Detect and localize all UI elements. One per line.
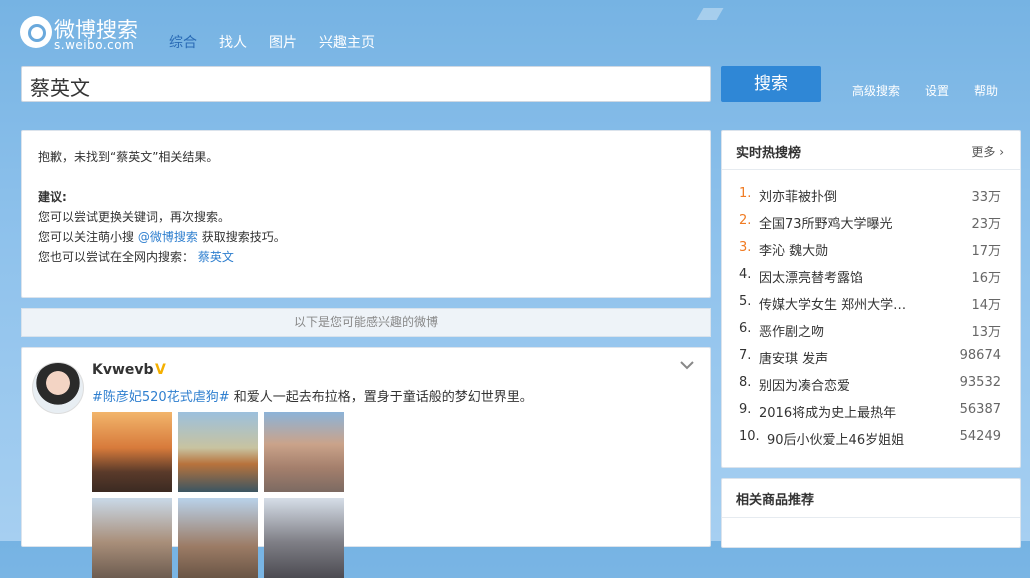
hot-item[interactable]: 4. 因太漂亮替考露馅 16万: [722, 263, 1020, 290]
hot-topic[interactable]: 别因为凑合恋爱: [759, 375, 850, 394]
suggestion-3: 您也可以尝试在全网内搜索： 蔡英文: [38, 247, 694, 267]
hot-topic[interactable]: 2016将成为史上最热年: [759, 402, 896, 421]
hot-search-title: 实时热搜榜: [736, 146, 802, 161]
suggestion-1: 您可以尝试更换关键词，再次搜索。: [38, 210, 231, 224]
hot-rank: 1.: [739, 186, 752, 201]
hot-rank: 3.: [739, 240, 752, 255]
nav-tab-images[interactable]: 图片: [269, 32, 297, 52]
feed-image[interactable]: [178, 412, 258, 492]
no-result-message: 抱歉，未找到“蔡英文”相关结果。: [38, 150, 219, 164]
verified-badge-icon: V: [155, 362, 166, 378]
hot-count: 33万: [971, 190, 1001, 205]
settings-link[interactable]: 设置: [925, 82, 949, 99]
hot-rank: 5.: [739, 294, 752, 309]
hot-item[interactable]: 1. 刘亦菲被扑倒 33万: [722, 182, 1020, 209]
suggestion-3-prefix: 您也可以尝试在全网内搜索：: [38, 250, 195, 264]
hot-count: 14万: [971, 298, 1001, 313]
interest-divider: 以下是您可能感兴趣的微博: [21, 308, 711, 337]
hot-search-header: 实时热搜榜 更多 ›: [722, 131, 1020, 170]
hot-rank: 8.: [739, 375, 752, 390]
related-goods-panel: 相关商品推荐: [721, 478, 1021, 548]
hot-rank: 7.: [739, 348, 752, 363]
avatar[interactable]: [32, 362, 84, 414]
feed-username[interactable]: Kvwevb: [92, 362, 154, 378]
nav-tab-people[interactable]: 找人: [219, 32, 247, 52]
hot-topic[interactable]: 李沁 魏大勋: [759, 240, 828, 259]
hot-count: 23万: [971, 217, 1001, 232]
feed-post-text: #陈彦妃520花式虐狗# 和爱人一起去布拉格，置身于童话般的梦幻世界里。: [92, 386, 533, 405]
hot-search-panel: 实时热搜榜 更多 › 1. 刘亦菲被扑倒 33万 2. 全国73所野鸡大学曝光 23万 …: [721, 130, 1021, 468]
hot-more-label: 更多: [971, 145, 996, 159]
suggestion-2-suffix: 获取搜索技巧。: [201, 230, 286, 244]
hot-topic[interactable]: 全国73所野鸡大学曝光: [759, 213, 893, 232]
hot-count: 56387: [959, 402, 1001, 417]
nav-tab-interest[interactable]: 兴趣主页: [319, 32, 375, 52]
suggestion-2: 您可以关注萌小搜 @微博搜索 获取搜索技巧。: [38, 227, 694, 247]
hot-topic[interactable]: 刘亦菲被扑倒: [759, 186, 837, 205]
feed-image[interactable]: [178, 498, 258, 578]
weibo-logo-icon: [20, 16, 52, 48]
logo-subtitle: s.weibo.com: [54, 38, 135, 52]
hot-rank: 6.: [739, 321, 752, 336]
hot-rank: 4.: [739, 267, 752, 282]
feed-image[interactable]: [92, 498, 172, 578]
hot-item[interactable]: 8. 别因为凑合恋爱 93532: [722, 371, 1020, 398]
background-decoration: [696, 8, 724, 20]
web-search-link[interactable]: 蔡英文: [198, 250, 234, 264]
weibo-search-account-link[interactable]: @微博搜索: [138, 230, 198, 244]
hot-rank: 10.: [739, 429, 760, 444]
weibo-search-logo[interactable]: 微博搜索 s.weibo.com: [20, 14, 140, 54]
hot-topic[interactable]: 90后小伙爱上46岁姐姐: [767, 429, 904, 448]
hot-count: 98674: [959, 348, 1001, 363]
hot-rank: 2.: [739, 213, 752, 228]
nav-tab-comprehensive[interactable]: 综合: [169, 32, 197, 52]
suggestion-2-prefix: 您可以关注萌小搜: [38, 230, 135, 244]
search-button[interactable]: 搜索: [721, 66, 821, 102]
hot-item[interactable]: 5. 传媒大学女生 郑州大学… 14万: [722, 290, 1020, 317]
feed-image[interactable]: [264, 412, 344, 492]
hot-item[interactable]: 2. 全国73所野鸡大学曝光 23万: [722, 209, 1020, 236]
feed-hashtag[interactable]: #陈彦妃520花式虐狗#: [92, 390, 230, 405]
chevron-down-icon[interactable]: [680, 358, 694, 374]
no-result-notice: 抱歉，未找到“蔡英文”相关结果。 建议: 您可以尝试更换关键词，再次搜索。 您可…: [21, 130, 711, 298]
hot-rank: 9.: [739, 402, 752, 417]
hot-count: 16万: [971, 271, 1001, 286]
hot-more-link[interactable]: 更多 ›: [971, 143, 1004, 160]
search-input[interactable]: 蔡英文: [21, 66, 711, 102]
hot-item[interactable]: 6. 恶作剧之吻 13万: [722, 317, 1020, 344]
suggestion-title: 建议:: [38, 190, 67, 204]
advanced-search-link[interactable]: 高级搜索: [852, 82, 900, 99]
hot-topic[interactable]: 恶作剧之吻: [759, 321, 824, 340]
hot-count: 93532: [959, 375, 1001, 390]
hot-topic[interactable]: 因太漂亮替考露馅: [759, 267, 863, 286]
feed-image-grid: [92, 412, 344, 578]
hot-item[interactable]: 9. 2016将成为史上最热年 56387: [722, 398, 1020, 425]
feed-image[interactable]: [92, 412, 172, 492]
panel-divider: [722, 517, 1020, 518]
hot-count: 54249: [959, 429, 1001, 444]
hot-item[interactable]: 10. 90后小伙爱上46岁姐姐 54249: [722, 425, 1020, 452]
feed-content: 和爱人一起去布拉格，置身于童话般的梦幻世界里。: [229, 390, 533, 405]
hot-item[interactable]: 3. 李沁 魏大勋 17万: [722, 236, 1020, 263]
hot-item[interactable]: 7. 唐安琪 发声 98674: [722, 344, 1020, 371]
help-link[interactable]: 帮助: [974, 82, 998, 99]
hot-topic[interactable]: 唐安琪 发声: [759, 348, 828, 367]
feed-image[interactable]: [264, 498, 344, 578]
search-nav: 综合 找人 图片 兴趣主页: [169, 32, 397, 52]
feed-card: Kvwevb V #陈彦妃520花式虐狗# 和爱人一起去布拉格，置身于童话般的梦…: [21, 347, 711, 578]
related-goods-title: 相关商品推荐: [736, 493, 815, 508]
hot-search-list: 1. 刘亦菲被扑倒 33万 2. 全国73所野鸡大学曝光 23万 3. 李沁 魏大勋 17万…: [722, 170, 1020, 452]
chevron-right-icon: ›: [999, 145, 1004, 159]
hot-topic[interactable]: 传媒大学女生 郑州大学…: [759, 294, 906, 313]
hot-count: 17万: [971, 244, 1001, 259]
hot-count: 13万: [971, 325, 1001, 340]
